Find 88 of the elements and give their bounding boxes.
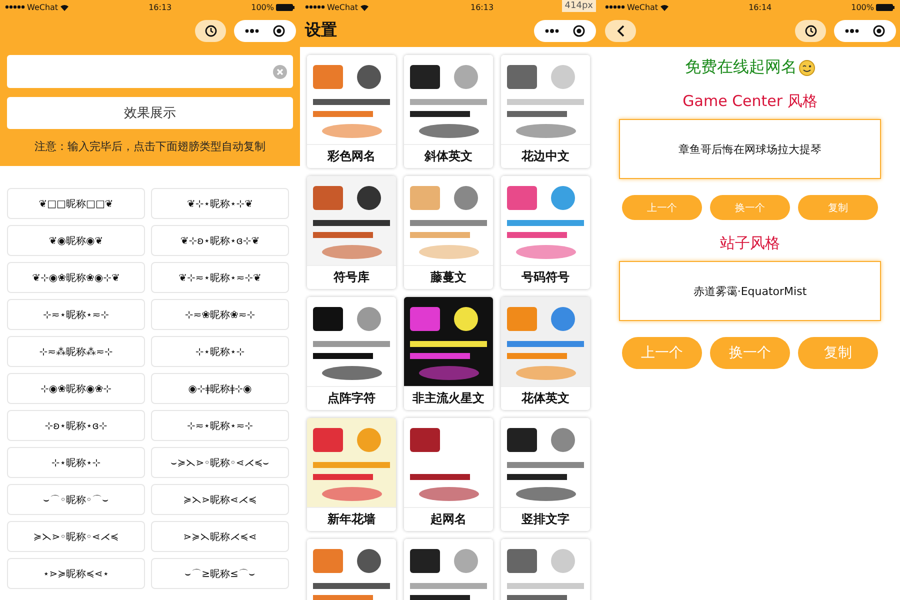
category-card[interactable]: 竖排文字 bbox=[501, 418, 590, 531]
nickname-style-item[interactable]: ❦⊹⋆昵称⋆⊹❦ bbox=[151, 188, 289, 219]
carrier-name: WeChat bbox=[627, 2, 658, 12]
category-card[interactable]: 点阵字符 bbox=[307, 297, 396, 410]
category-card[interactable]: 符号库 bbox=[307, 176, 396, 289]
nickname-style-item[interactable]: ≽⋋⋗◦昵称◦⋖⋌≼ bbox=[7, 521, 145, 552]
nickname-style-item[interactable]: ⊹≂❀昵称❀≂⊹ bbox=[151, 299, 289, 330]
card-label: 非主流火星文 bbox=[404, 386, 493, 410]
notice-text: 注意：输入完毕后，点击下面翅膀类型自动复制 bbox=[34, 139, 266, 154]
card-label: 竖排文字 bbox=[501, 507, 590, 531]
card-label: 号码符号 bbox=[501, 265, 590, 289]
card-label: 斜体英文 bbox=[404, 144, 493, 168]
category-card[interactable]: 花体英文 bbox=[501, 297, 590, 410]
battery-level: 100% bbox=[851, 2, 874, 12]
menu-capsule[interactable] bbox=[534, 20, 596, 42]
back-icon bbox=[616, 24, 624, 36]
page-title: 免费在线起网名 bbox=[685, 57, 797, 78]
category-card[interactable]: 藤蔓文 bbox=[404, 176, 493, 289]
card-label: 新年花墙 bbox=[307, 507, 396, 531]
category-card[interactable]: 斜体英文 bbox=[404, 55, 493, 168]
card-label: 藤蔓文 bbox=[404, 265, 493, 289]
nickname-style-item[interactable]: ≽⋋⋗昵称⋖⋌≼ bbox=[151, 484, 289, 515]
page-title: 设置 bbox=[305, 20, 337, 41]
category-card[interactable]: 彩色网名 bbox=[307, 55, 396, 168]
nickname-style-item[interactable]: ⊹◉❀昵称◉❀⊹ bbox=[7, 373, 145, 404]
nickname-style-item[interactable]: ⊹≂⋆昵称⋆≂⊹ bbox=[7, 299, 145, 330]
nickname-style-item[interactable]: ❦□□昵称□□❦ bbox=[7, 188, 145, 219]
preview-button[interactable]: 效果展示 bbox=[7, 97, 293, 129]
menu-capsule[interactable] bbox=[834, 20, 896, 42]
clock-icon bbox=[804, 24, 816, 36]
nickname-style-item[interactable]: ⊹⋆昵称⋆⊹ bbox=[151, 336, 289, 367]
nickname-style-item[interactable]: ◉⊹ǂ昵称ǂ⊹◉ bbox=[151, 373, 289, 404]
nickname-style-item[interactable]: ⊹≂⋆昵称⋆≂⊹ bbox=[151, 410, 289, 441]
nickname-style-item[interactable]: ⌣⌒≥昵称≤⌒⌣ bbox=[151, 558, 289, 589]
result-box: 章鱼哥后悔在网球场拉大提琴 bbox=[619, 119, 881, 179]
nickname-style-item[interactable]: ⊹≂⁂昵称⁂≂⊹ bbox=[7, 336, 145, 367]
status-time: 16:13 bbox=[470, 2, 494, 12]
history-button[interactable] bbox=[795, 20, 826, 42]
signal-icon bbox=[5, 4, 25, 10]
style-heading: 站子风格 bbox=[720, 234, 780, 253]
wifi-icon bbox=[60, 4, 70, 10]
clock-icon bbox=[204, 24, 216, 36]
card-label: 点阵字符 bbox=[307, 386, 396, 410]
category-card[interactable]: 花边中文 bbox=[501, 55, 590, 168]
nickname-style-item[interactable]: ❦◉昵称◉❦ bbox=[7, 225, 145, 256]
back-button[interactable] bbox=[605, 20, 636, 42]
status-time: 16:14 bbox=[748, 2, 772, 12]
battery-icon bbox=[876, 4, 895, 10]
nickname-style-item[interactable]: ⊹⋆昵称⋆⊹ bbox=[7, 447, 145, 478]
status-time: 16:13 bbox=[148, 2, 172, 12]
wifi-icon bbox=[360, 4, 370, 10]
close-icon bbox=[573, 24, 585, 36]
menu-capsule[interactable] bbox=[234, 20, 296, 42]
smiley-icon bbox=[799, 60, 815, 76]
nickname-style-item[interactable]: ⋗≽⋋昵称⋌≼⋖ bbox=[151, 521, 289, 552]
category-card[interactable]: 新年花墙 bbox=[307, 418, 396, 531]
nickname-style-item[interactable]: ❦⊹≂⋆昵称⋆≂⊹❦ bbox=[151, 262, 289, 293]
card-label: 起网名 bbox=[404, 507, 493, 531]
close-icon bbox=[273, 24, 285, 36]
battery-icon bbox=[276, 4, 295, 10]
nickname-style-item[interactable]: ❦⊹ʚ⋆昵称⋆ɞ⊹❦ bbox=[151, 225, 289, 256]
more-icon bbox=[245, 28, 259, 32]
card-label: 花体英文 bbox=[501, 386, 590, 410]
category-card[interactable]: 号码符号 bbox=[501, 176, 590, 289]
carrier-name: WeChat bbox=[27, 2, 58, 12]
input-field[interactable] bbox=[7, 55, 293, 88]
nickname-style-item[interactable]: ⋆⋗≽昵称≼⋖⋆ bbox=[7, 558, 145, 589]
size-label: 414px bbox=[562, 0, 596, 12]
battery-level: 100% bbox=[251, 2, 274, 12]
nickname-style-item[interactable]: ⌣≽⋋⋗◦昵称◦⋖⋌≼⌣ bbox=[151, 447, 289, 478]
nickname-style-item[interactable]: ❦⊹◉❀昵称❀◉⊹❦ bbox=[7, 262, 145, 293]
card-label: 彩色网名 bbox=[307, 144, 396, 168]
more-icon bbox=[845, 28, 859, 32]
signal-icon bbox=[605, 4, 625, 10]
wifi-icon bbox=[660, 4, 670, 10]
carrier-name: WeChat bbox=[327, 2, 358, 12]
nickname-style-item[interactable]: ⌣⌒◦昵称◦⌒⌣ bbox=[7, 484, 145, 515]
category-card[interactable]: 非主流火星文 bbox=[404, 297, 493, 410]
card-label: 符号库 bbox=[307, 265, 396, 289]
result-box: 赤道雾霭·EquatorMist bbox=[619, 261, 881, 321]
signal-icon bbox=[305, 4, 325, 10]
category-card[interactable]: 起网名 bbox=[404, 418, 493, 531]
style-heading: Game Center 风格 bbox=[682, 92, 818, 111]
close-icon bbox=[873, 24, 885, 36]
history-button[interactable] bbox=[195, 20, 226, 42]
nickname-style-item[interactable]: ⊹ʚ⋆昵称⋆ɞ⊹ bbox=[7, 410, 145, 441]
more-icon bbox=[545, 28, 559, 32]
card-label: 花边中文 bbox=[501, 144, 590, 168]
